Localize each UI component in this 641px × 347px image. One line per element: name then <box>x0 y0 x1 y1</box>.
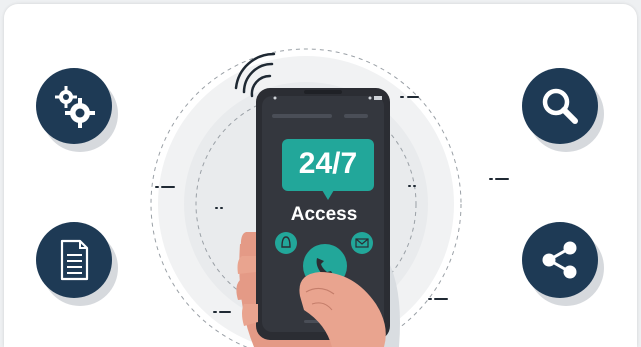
mail-icon <box>351 232 373 254</box>
bubble-text: 24/7 <box>298 147 358 180</box>
share-button[interactable] <box>522 222 604 306</box>
share-button-face <box>522 222 598 298</box>
bell-icon <box>275 232 297 254</box>
illustration-card: 24/7 Access <box>4 4 637 347</box>
share-icon <box>542 241 577 279</box>
document-button[interactable] <box>36 222 118 306</box>
access-caption: Access <box>290 204 358 225</box>
search-button[interactable] <box>522 68 604 152</box>
gears-icon <box>55 86 95 128</box>
search-button-face <box>522 68 598 144</box>
document-button-face <box>36 222 112 298</box>
magnifier-icon <box>542 88 578 124</box>
settings-button-face <box>36 68 112 144</box>
settings-button[interactable] <box>36 68 118 152</box>
document-icon <box>60 239 89 281</box>
